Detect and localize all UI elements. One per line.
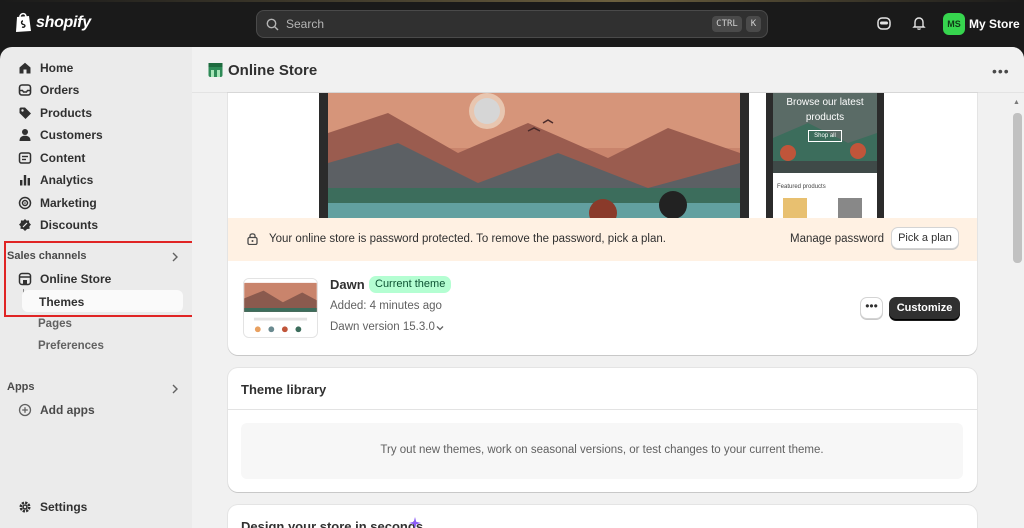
target-icon: [18, 196, 32, 210]
password-banner-text: Your online store is password protected.…: [269, 233, 666, 245]
page-more-actions-button[interactable]: •••: [992, 63, 1010, 79]
store-name[interactable]: My Store: [969, 17, 1020, 31]
sidebar-item-orders[interactable]: Orders: [10, 79, 184, 101]
tag-icon: [19, 107, 31, 119]
search-input[interactable]: Search CTRL K: [256, 10, 768, 38]
theme-version-dropdown[interactable]: Dawn version 15.3.0: [330, 321, 435, 333]
shortcut-ctrl: CTRL: [712, 16, 742, 32]
avatar[interactable]: MS: [943, 13, 965, 35]
page-header: Online Store •••: [192, 47, 1024, 93]
theme-added-time: Added: 4 minutes ago: [330, 300, 442, 312]
theme-name: Dawn: [330, 277, 365, 292]
top-accent-line: [0, 0, 1024, 2]
theme-library-empty-state: Try out new themes, work on seasonal ver…: [241, 423, 963, 479]
home-icon: [19, 62, 31, 74]
chevron-right-icon[interactable]: [171, 384, 179, 394]
search-icon: [266, 18, 279, 30]
scroll-up-arrow[interactable]: ▲: [1013, 99, 1020, 106]
customize-button[interactable]: Customize: [889, 297, 960, 320]
sidebar-item-analytics[interactable]: Analytics: [10, 169, 184, 191]
sidebar-item-home[interactable]: Home: [10, 57, 184, 79]
sidebar-item-discounts[interactable]: Discounts: [10, 214, 184, 236]
shortcut-k: K: [746, 16, 761, 32]
sidebar-item-customers[interactable]: Customers: [10, 124, 184, 146]
chevron-down-icon[interactable]: [436, 324, 444, 332]
online-store-icon: [208, 63, 223, 77]
design-store-title: Design your store in seconds: [241, 519, 424, 528]
sidebar-item-preferences[interactable]: Preferences: [38, 340, 104, 352]
preview-shop-button: Shop all: [808, 130, 842, 142]
theme-library-card: Theme library Try out new themes, work o…: [228, 368, 977, 492]
divider: [228, 409, 977, 410]
current-theme-badge: Current theme: [369, 276, 452, 293]
preview-headline: Browse our latest products: [786, 97, 864, 123]
sidekick-icon[interactable]: [876, 15, 892, 31]
manage-password-link[interactable]: Manage password: [790, 233, 884, 245]
discount-icon: [19, 219, 31, 231]
sparkle-icon: [409, 517, 421, 528]
shopify-logo[interactable]: shopify: [15, 12, 91, 33]
theme-thumbnail[interactable]: [243, 278, 318, 338]
pick-a-plan-button[interactable]: Pick a plan: [891, 227, 959, 249]
preview-featured-label: Featured products: [777, 184, 826, 190]
brand-wordmark: shopify: [36, 13, 91, 31]
sidebar-item-content[interactable]: Content: [10, 147, 184, 169]
sidebar-item-marketing[interactable]: Marketing: [10, 192, 184, 214]
sidebar-item-settings[interactable]: Settings: [10, 496, 184, 518]
scrollbar-thumb[interactable]: [1013, 113, 1022, 263]
bar-chart-icon: [20, 175, 30, 186]
apps-heading[interactable]: Apps: [7, 381, 35, 393]
orders-icon: [18, 84, 32, 96]
sidebar-item-pages[interactable]: Pages: [38, 318, 72, 330]
plus-circle-icon: [18, 403, 32, 417]
page-title: Online Store: [228, 62, 318, 79]
top-bar: shopify Search CTRL K MS My Store: [0, 0, 1024, 47]
lock-icon: [247, 233, 258, 245]
theme-library-title: Theme library: [241, 382, 327, 397]
sidebar-item-add-apps[interactable]: Add apps: [10, 399, 184, 421]
theme-library-empty-text: Try out new themes, work on seasonal ver…: [380, 444, 824, 456]
gear-icon: [19, 501, 31, 513]
current-theme-card: Browse our latest products Shop all Feat…: [228, 93, 977, 355]
design-store-card: Design your store in seconds: [228, 505, 977, 528]
content-icon: [18, 152, 32, 164]
bell-icon[interactable]: [911, 15, 927, 31]
person-icon: [19, 129, 31, 141]
main-content: Online Store ••• Browse our latest produ…: [192, 47, 1024, 528]
sidebar-item-products[interactable]: Products: [10, 102, 184, 124]
theme-actions-button[interactable]: •••: [860, 297, 883, 319]
annotation-highlight-box: [4, 241, 199, 317]
search-placeholder: Search: [286, 17, 325, 31]
shopify-bag-icon: [16, 12, 31, 32]
